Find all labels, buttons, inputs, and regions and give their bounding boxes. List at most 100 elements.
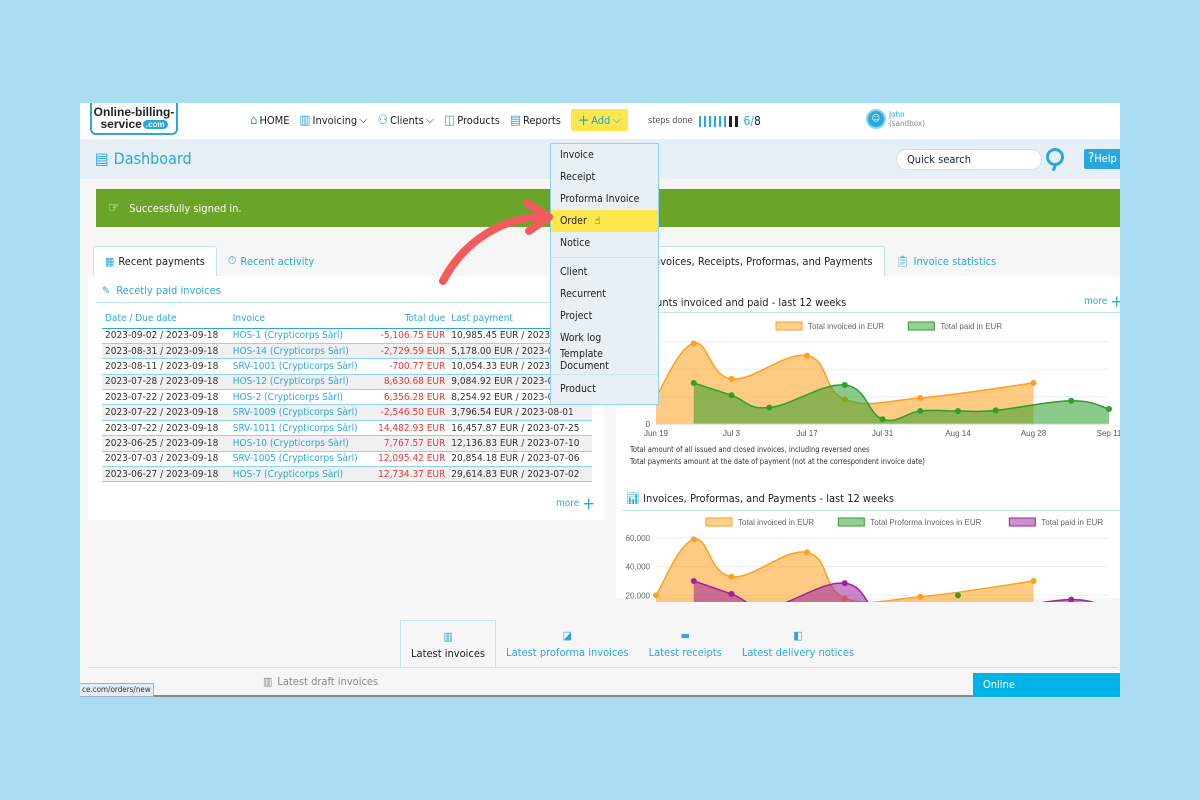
latest-draft-invoices[interactable]: ▥ Latest draft invoices (263, 675, 378, 688)
data-point[interactable] (917, 593, 924, 600)
menu-item-notice[interactable]: Notice (551, 232, 658, 254)
tab-recent-payments[interactable]: ▦ Recent payments (93, 246, 217, 276)
data-point[interactable] (1030, 380, 1037, 386)
legend-label[interactable]: Total paid in EUR (1041, 518, 1103, 527)
data-point[interactable] (804, 352, 810, 359)
data-point[interactable] (728, 573, 735, 580)
table-row[interactable]: 2023-08-31 / 2023-09-18 HOS-14 (Crypticor… (102, 343, 592, 360)
data-point[interactable] (917, 408, 924, 415)
nav-clients[interactable]: ⚇ Clients ⌵ (377, 109, 434, 131)
tab-latest-invoices[interactable]: ▥ Latest invoices (400, 620, 497, 668)
menu-item-recurrent[interactable]: Recurrent (551, 283, 658, 305)
data-point[interactable] (728, 392, 735, 399)
search-icon[interactable] (1046, 148, 1064, 166)
data-point[interactable] (690, 380, 697, 386)
column-header[interactable]: Total due (369, 310, 449, 329)
menu-item-order[interactable]: Order ☝ (551, 210, 658, 232)
legend-swatch[interactable] (775, 321, 803, 331)
nav-invoicing[interactable]: ▥ Invoicing ⌵ (299, 109, 367, 131)
steps-progress[interactable]: steps done 6/8 (648, 114, 761, 128)
data-point[interactable] (728, 590, 735, 597)
row-invoice-link[interactable]: SRV-1009 (Crypticorps Sàrl) (229, 404, 370, 421)
tab-latest-delivery-notices[interactable]: ◧ Latest delivery notices (732, 620, 864, 668)
table-row[interactable]: 2023-06-25 / 2023-09-18 HOS-10 (Crypticor… (102, 435, 592, 452)
column-header[interactable]: Date / Due date (102, 310, 230, 329)
data-point[interactable] (841, 382, 848, 389)
menu-item-work-log[interactable]: Work log (551, 327, 658, 349)
logo[interactable]: Online-billing- service .com (90, 103, 178, 135)
quick-search-input[interactable]: Quick search (896, 149, 1042, 170)
menu-item-proforma-invoice[interactable]: Proforma Invoice (551, 188, 658, 210)
data-point[interactable] (766, 404, 773, 411)
data-point[interactable] (879, 416, 886, 423)
menu-item-client[interactable]: Client (551, 261, 658, 283)
nav-products[interactable]: ◫ Products (444, 109, 500, 131)
online-chat-button[interactable]: Online (973, 673, 1120, 697)
more-link[interactable]: more + (556, 495, 595, 512)
menu-item-invoice[interactable]: Invoice (551, 144, 658, 166)
row-invoice-link[interactable]: HOS-10 (Crypticorps Sàrl) (229, 435, 370, 452)
tab-latest-proforma[interactable]: ◪ Latest proforma invoices (496, 620, 639, 668)
tab-latest-receipts[interactable]: ▬ Latest receipts (639, 620, 732, 668)
data-point[interactable] (690, 578, 697, 584)
row-invoice-link[interactable]: HOS-2 (Crypticorps Sàrl) (229, 389, 370, 406)
legend-swatch[interactable] (705, 517, 733, 527)
data-point[interactable] (1106, 405, 1112, 412)
menu-item-project[interactable]: Project (551, 305, 658, 327)
data-point[interactable] (653, 592, 659, 599)
recent-payments-panel: ✎ Recetly paid invoices Date / Due date I… (88, 276, 604, 520)
data-point[interactable] (955, 408, 961, 415)
legend-swatch[interactable] (1008, 517, 1036, 527)
row-invoice-link[interactable]: SRV-1001 (Crypticorps Sàrl) (229, 358, 370, 375)
row-invoice-link[interactable]: HOS-7 (Crypticorps Sàrl) (229, 466, 370, 483)
chart1-more-link[interactable]: more + (1084, 293, 1120, 310)
data-point[interactable] (917, 395, 924, 402)
legend-swatch[interactable] (907, 321, 935, 331)
tab-label: Latest delivery notices (741, 646, 855, 659)
data-point[interactable] (690, 536, 697, 543)
row-invoice-link[interactable]: HOS-12 (Crypticorps Sàrl) (229, 374, 370, 391)
table-row[interactable]: 2023-07-03 / 2023-09-18 SRV-1005 (Cryptic… (102, 451, 592, 468)
legend-swatch[interactable] (837, 517, 865, 527)
table-row[interactable]: 2023-06-27 / 2023-09-18 HOS-7 (Crypticorp… (102, 466, 592, 483)
table-row[interactable]: 2023-07-28 / 2023-09-18 HOS-12 (Crypticor… (102, 374, 592, 391)
row-invoice-link[interactable]: HOS-14 (Crypticorps Sàrl) (229, 343, 370, 360)
data-point[interactable] (955, 592, 961, 599)
data-point[interactable] (1068, 397, 1075, 404)
menu-item-receipt[interactable]: Receipt (551, 166, 658, 188)
column-header[interactable]: Invoice (229, 310, 370, 329)
row-invoice-link[interactable]: HOS-1 (Crypticorps Sàrl) (229, 328, 370, 344)
legend-label[interactable]: Total Proforma Invoices in EUR (870, 518, 981, 527)
user-menu[interactable]: ☺ John (sandbox) (866, 109, 925, 129)
add-button[interactable]: + Add ⌵ (570, 109, 628, 131)
menu-item-label: Receipt (560, 171, 596, 183)
data-point[interactable] (841, 580, 848, 587)
table-row[interactable]: 2023-08-11 / 2023-09-18 SRV-1001 (Cryptic… (102, 358, 592, 375)
y-tick-label: 0 (646, 420, 651, 429)
menu-item-product[interactable]: Product (551, 378, 658, 400)
data-point[interactable] (728, 375, 735, 382)
row-invoice-link[interactable]: SRV-1005 (Crypticorps Sàrl) (229, 451, 370, 468)
table-row[interactable]: 2023-07-22 / 2023-09-18 SRV-1011 (Cryptic… (102, 420, 592, 437)
nav-reports[interactable]: ▤ Reports (510, 109, 561, 131)
data-point[interactable] (690, 340, 697, 347)
help-button[interactable]: ?Help (1084, 149, 1120, 169)
row-invoice-link[interactable]: SRV-1011 (Crypticorps Sàrl) (229, 420, 370, 437)
table-row[interactable]: 2023-09-02 / 2023-09-18 HOS-1 (Crypticorp… (102, 328, 592, 344)
tab-invoice-statistics[interactable]: 📋︎ Invoice statistics (885, 246, 1008, 276)
right-tabs: Invoices, Receipts, Proformas, and Payme… (616, 246, 1007, 276)
menu-item-template-document[interactable]: Template Document (551, 348, 658, 372)
tab-recent-activity[interactable]: ⏱ Recent activity (217, 246, 325, 276)
nav-home[interactable]: ⌂ HOME (250, 109, 289, 131)
data-point[interactable] (1068, 596, 1075, 602)
legend-label[interactable]: Total paid in EUR (940, 322, 1002, 331)
dashboard-icon: ▤ (95, 149, 109, 168)
data-point[interactable] (804, 549, 810, 556)
legend-label[interactable]: Total invoiced in EUR (738, 518, 814, 527)
data-point[interactable] (1030, 578, 1037, 584)
legend-label[interactable]: Total invoiced in EUR (808, 322, 884, 331)
table-row[interactable]: 2023-07-22 / 2023-09-18 HOS-2 (Crypticorp… (102, 389, 592, 406)
table-row[interactable]: 2023-07-22 / 2023-09-18 SRV-1009 (Cryptic… (102, 404, 592, 421)
data-point[interactable] (992, 407, 999, 414)
chart2-svg: Total invoiced in EUR Total Proforma Invo… (626, 517, 1109, 602)
